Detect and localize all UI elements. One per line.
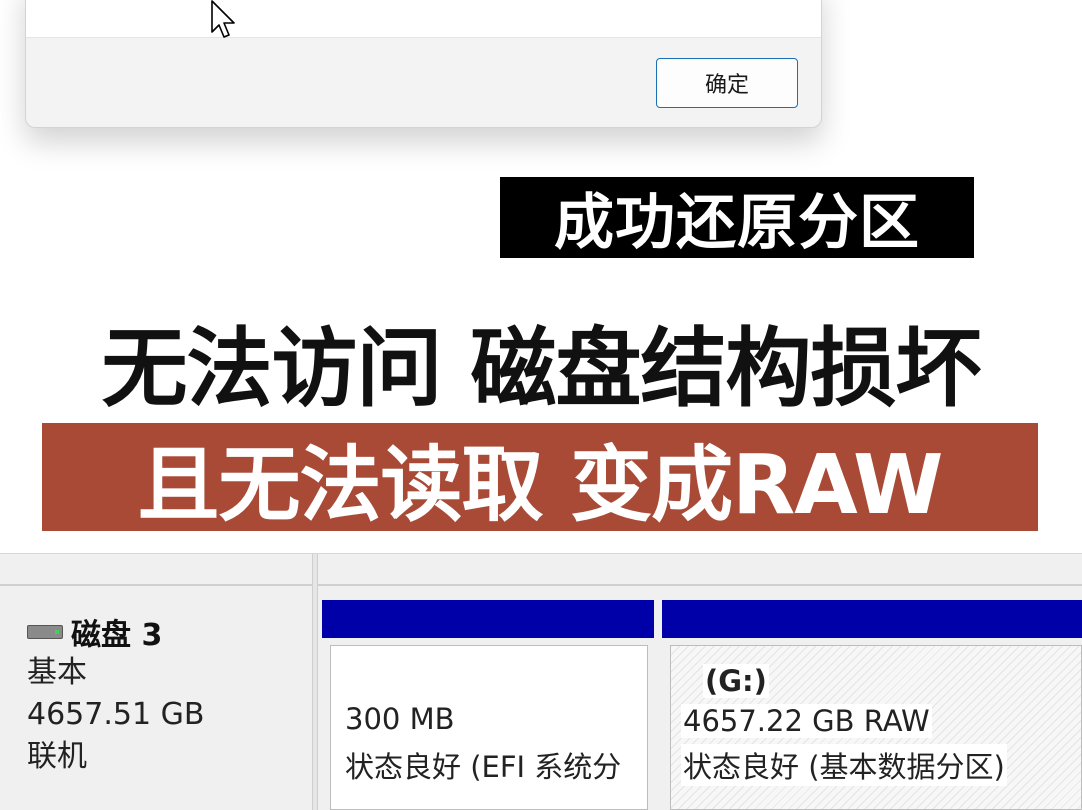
partition-g-drive-letter: (G:) (703, 664, 769, 698)
partition-efi-header (322, 600, 654, 638)
panel-splitter[interactable] (312, 554, 318, 810)
partition-efi-status: 状态良好 (EFI 系统分 (343, 744, 624, 786)
ok-button[interactable]: 确定 (656, 58, 798, 108)
disk-info[interactable]: 磁盘 3 基本 4657.51 GB 联机 (27, 612, 307, 778)
disk-size: 4657.51 GB (27, 697, 205, 732)
partition-efi[interactable]: 300 MB 状态良好 (EFI 系统分 (330, 645, 648, 810)
partition-g-header (662, 600, 1082, 638)
partition-g-status: 状态良好 (基本数据分区) (681, 744, 1007, 786)
caption-cannot-access: 无法访问 磁盘结构损坏 (101, 318, 982, 419)
partition-g-size: 4657.22 GB RAW (681, 704, 932, 738)
panel-divider-horizontal (0, 584, 1082, 586)
disk-name: 磁盘 3 (71, 618, 163, 653)
caption-raw-unreadable: 且无法读取 变成RAW (42, 423, 1038, 533)
caption-partition-restored: 成功还原分区 (500, 177, 974, 258)
disk-drive-icon (27, 625, 63, 639)
disk-type: 基本 (27, 655, 87, 690)
partition-g-raw[interactable]: (G:) 4657.22 GB RAW 状态良好 (基本数据分区) (670, 645, 1082, 810)
dialog-window: 确定 (25, 0, 822, 128)
partition-efi-size: 300 MB (343, 702, 457, 736)
disk-status: 联机 (27, 739, 87, 774)
dialog-content-area (26, 0, 821, 38)
mouse-cursor-icon (211, 0, 235, 38)
